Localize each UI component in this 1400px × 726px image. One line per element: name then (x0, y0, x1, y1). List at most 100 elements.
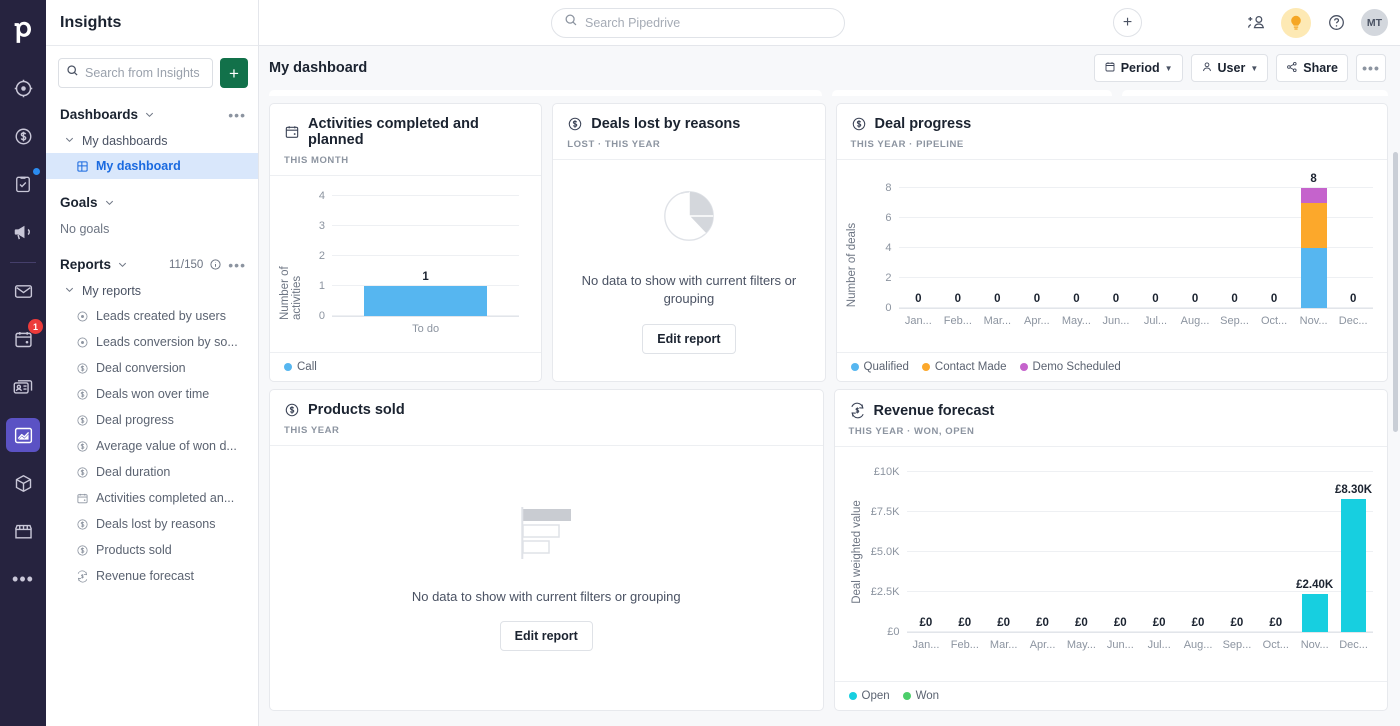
bar-group[interactable]: £0 (1218, 472, 1257, 632)
edit-report-button[interactable]: Edit report (642, 323, 736, 354)
nav-campaigns[interactable] (6, 215, 40, 249)
bar-group[interactable]: £0 (945, 472, 984, 632)
bar-group[interactable]: 0 (1333, 188, 1373, 308)
bar-group[interactable]: 0 (978, 188, 1018, 308)
user-filter-button[interactable]: User ▼ (1190, 54, 1269, 82)
dashboards-section-header[interactable]: Dashboards ••• (46, 98, 258, 129)
bar-group[interactable]: 0 (1017, 188, 1057, 308)
bar-group[interactable]: £0 (1101, 472, 1140, 632)
insights-search-input[interactable] (85, 66, 205, 80)
bar-group[interactable]: £0 (1179, 472, 1218, 632)
bar-segment (1301, 593, 1328, 632)
sidebar-report-item[interactable]: Deal progress (46, 407, 258, 433)
bar (363, 286, 488, 316)
global-add-button[interactable]: + (1113, 8, 1142, 37)
x-axis-tick: Dec... (1338, 315, 1368, 327)
sidebar-report-item[interactable]: Deals lost by reasons (46, 511, 258, 537)
bar-group[interactable]: 0 (1254, 188, 1294, 308)
legend-label: Call (297, 361, 317, 373)
bar-group[interactable]: £0 (1140, 472, 1179, 632)
bar-group[interactable]: 0 (899, 188, 939, 308)
bar-group[interactable]: £2.40K (1295, 472, 1334, 632)
x-axis-tick: May... (1061, 315, 1091, 327)
bar-group[interactable]: 0 (1057, 188, 1097, 308)
nav-leads[interactable] (6, 71, 40, 105)
card-products-sold[interactable]: Products sold THIS YEAR No data to show … (269, 389, 824, 711)
empty-message: No data to show with current filters or … (411, 588, 681, 604)
my-reports-group[interactable]: My reports (46, 279, 258, 303)
nav-projects[interactable] (6, 167, 40, 201)
bar-value-label: £2.40K (1296, 578, 1334, 591)
pipedrive-logo[interactable] (0, 8, 46, 54)
global-search-box[interactable] (551, 7, 845, 38)
sidebar-report-item[interactable]: Average value of won d... (46, 433, 258, 459)
global-search-input[interactable] (585, 15, 832, 30)
period-filter-button[interactable]: Period ▼ (1093, 54, 1183, 82)
sidebar-report-item[interactable]: Deals won over time (46, 381, 258, 407)
help-circle-icon[interactable] (1321, 8, 1351, 38)
bar-group[interactable]: 8 (1294, 173, 1334, 308)
card-revenue-forecast[interactable]: Revenue forecast THIS YEAR · WON, OPEN D… (833, 389, 1388, 711)
lightbulb-icon[interactable] (1281, 7, 1311, 38)
bar-group[interactable]: 1 (332, 196, 519, 316)
goals-section-header[interactable]: Goals (46, 179, 258, 217)
sidebar-report-item[interactable]: Leads conversion by so... (46, 329, 258, 355)
add-insights-button[interactable]: + (220, 58, 248, 88)
nav-mail[interactable] (6, 274, 40, 308)
chevron-down-icon[interactable] (144, 109, 155, 120)
card-activities-completed-and-planned[interactable]: Activities completed and planned THIS MO… (269, 103, 543, 382)
bar-group[interactable]: £0 (1062, 472, 1101, 632)
insights-search-box[interactable] (58, 58, 213, 88)
chevron-down-icon[interactable] (117, 259, 128, 270)
edit-report-button[interactable]: Edit report (499, 621, 593, 652)
cut-card-mid (832, 90, 1113, 96)
sidebar-item-my-dashboard[interactable]: My dashboard (46, 153, 258, 179)
bar-group[interactable]: 0 (1096, 188, 1136, 308)
nav-contacts[interactable] (6, 370, 40, 404)
reports-section-header[interactable]: Reports 11/150 ••• (46, 244, 258, 279)
bar-group[interactable]: 0 (1175, 188, 1215, 308)
chevron-down-icon[interactable] (104, 197, 115, 208)
card-header: Deal progress THIS YEAR · PIPELINE (837, 104, 1387, 159)
bar-group[interactable]: £8.30K (1334, 472, 1373, 632)
nav-more[interactable]: ••• (6, 562, 40, 596)
card-title: Products sold (308, 402, 405, 418)
share-button[interactable]: Share (1276, 54, 1348, 82)
avatar[interactable]: MT (1361, 9, 1388, 36)
bar-value-label: 0 (1191, 293, 1199, 305)
card-header: Activities completed and planned THIS MO… (270, 104, 541, 175)
info-circle-icon[interactable] (209, 258, 222, 271)
sidebar-report-item[interactable]: Products sold (46, 537, 258, 563)
bar-group[interactable]: £0 (984, 472, 1023, 632)
bar-group[interactable]: £0 (1256, 472, 1295, 632)
scrollbar-thumb[interactable] (1393, 152, 1398, 432)
bar-group[interactable]: 0 (938, 188, 978, 308)
bar-group[interactable]: 0 (1215, 188, 1255, 308)
nav-marketplace[interactable] (6, 514, 40, 548)
card-subtitle: THIS YEAR (284, 425, 340, 436)
sidebar-report-item[interactable]: Activities completed an... (46, 485, 258, 511)
sidebar-report-item[interactable]: Deal conversion (46, 355, 258, 381)
card-deal-progress[interactable]: Deal progress THIS YEAR · PIPELINE Numbe… (835, 103, 1388, 382)
sidebar-report-item[interactable]: Leads created by users (46, 303, 258, 329)
bar-group[interactable]: 0 (1136, 188, 1176, 308)
dashboards-more-icon[interactable]: ••• (228, 108, 246, 122)
x-axis-tick: Feb... (950, 639, 979, 651)
nav-insights[interactable] (6, 418, 40, 452)
my-dashboards-group[interactable]: My dashboards (46, 129, 258, 153)
reports-more-icon[interactable]: ••• (228, 258, 246, 272)
sidebar-report-item[interactable]: Revenue forecast (46, 563, 258, 589)
add-user-icon[interactable] (1241, 8, 1271, 38)
card-deals-lost-by-reasons[interactable]: Deals lost by reasons LOST · THIS YEAR N… (552, 103, 826, 382)
bar-group[interactable]: £0 (907, 472, 946, 632)
bar-group[interactable]: £0 (1023, 472, 1062, 632)
nav-products[interactable] (6, 466, 40, 500)
y-axis-tick: 4 (885, 242, 892, 254)
dashboard-more-button[interactable]: ••• (1356, 54, 1386, 82)
sidebar-report-item[interactable]: Deal duration (46, 459, 258, 485)
nav-activities[interactable]: 1 (6, 319, 43, 356)
nav-deals[interactable] (6, 119, 40, 153)
canvas-scrollbar[interactable] (1393, 92, 1398, 724)
card-header: Products sold THIS YEAR (270, 390, 823, 445)
y-axis-tick: 2 (885, 272, 892, 284)
